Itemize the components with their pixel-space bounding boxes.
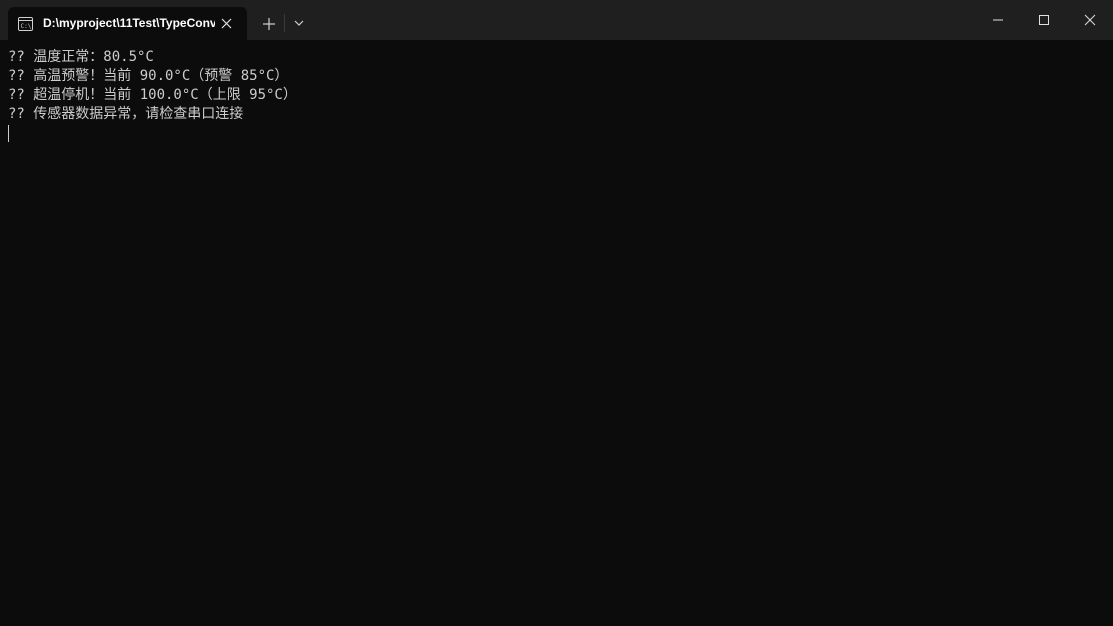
terminal-line: ?? 超温停机！当前 100.0°C（上限 95°C） xyxy=(8,87,297,103)
terminal-line: ?? 温度正常：80.5°C xyxy=(8,49,154,65)
terminal-line: ?? 高温预警！当前 90.0°C（预警 85°C） xyxy=(8,68,289,84)
close-button[interactable] xyxy=(1067,0,1113,40)
terminal-line: ?? 传感器数据异常，请检查串口连接 xyxy=(8,106,244,122)
maximize-button[interactable] xyxy=(1021,0,1067,40)
tab-title: D:\myproject\11Test\TypeConvert xyxy=(43,16,215,30)
minimize-icon xyxy=(993,19,1003,21)
tab-active[interactable]: C:\ D:\myproject\11Test\TypeConvert xyxy=(8,7,247,40)
terminal-output[interactable]: ?? 温度正常：80.5°C ?? 高温预警！当前 90.0°C（预警 85°C… xyxy=(8,48,1105,618)
close-icon xyxy=(1084,14,1096,26)
terminal-window: C:\ D:\myproject\11Test\TypeConvert ?? 温… xyxy=(0,0,1113,626)
plus-icon xyxy=(263,18,275,30)
tab-dropdown-button[interactable] xyxy=(290,14,308,32)
new-tab-button[interactable] xyxy=(259,14,279,34)
tab-close-icon[interactable] xyxy=(219,16,234,31)
chevron-down-icon xyxy=(294,20,304,26)
svg-text:C:\: C:\ xyxy=(21,23,32,30)
title-bar[interactable]: C:\ D:\myproject\11Test\TypeConvert xyxy=(0,0,1113,40)
terminal-icon: C:\ xyxy=(18,16,33,31)
text-cursor xyxy=(8,125,9,142)
maximize-icon xyxy=(1039,15,1049,25)
minimize-button[interactable] xyxy=(975,0,1021,40)
tab-separator xyxy=(284,14,285,32)
